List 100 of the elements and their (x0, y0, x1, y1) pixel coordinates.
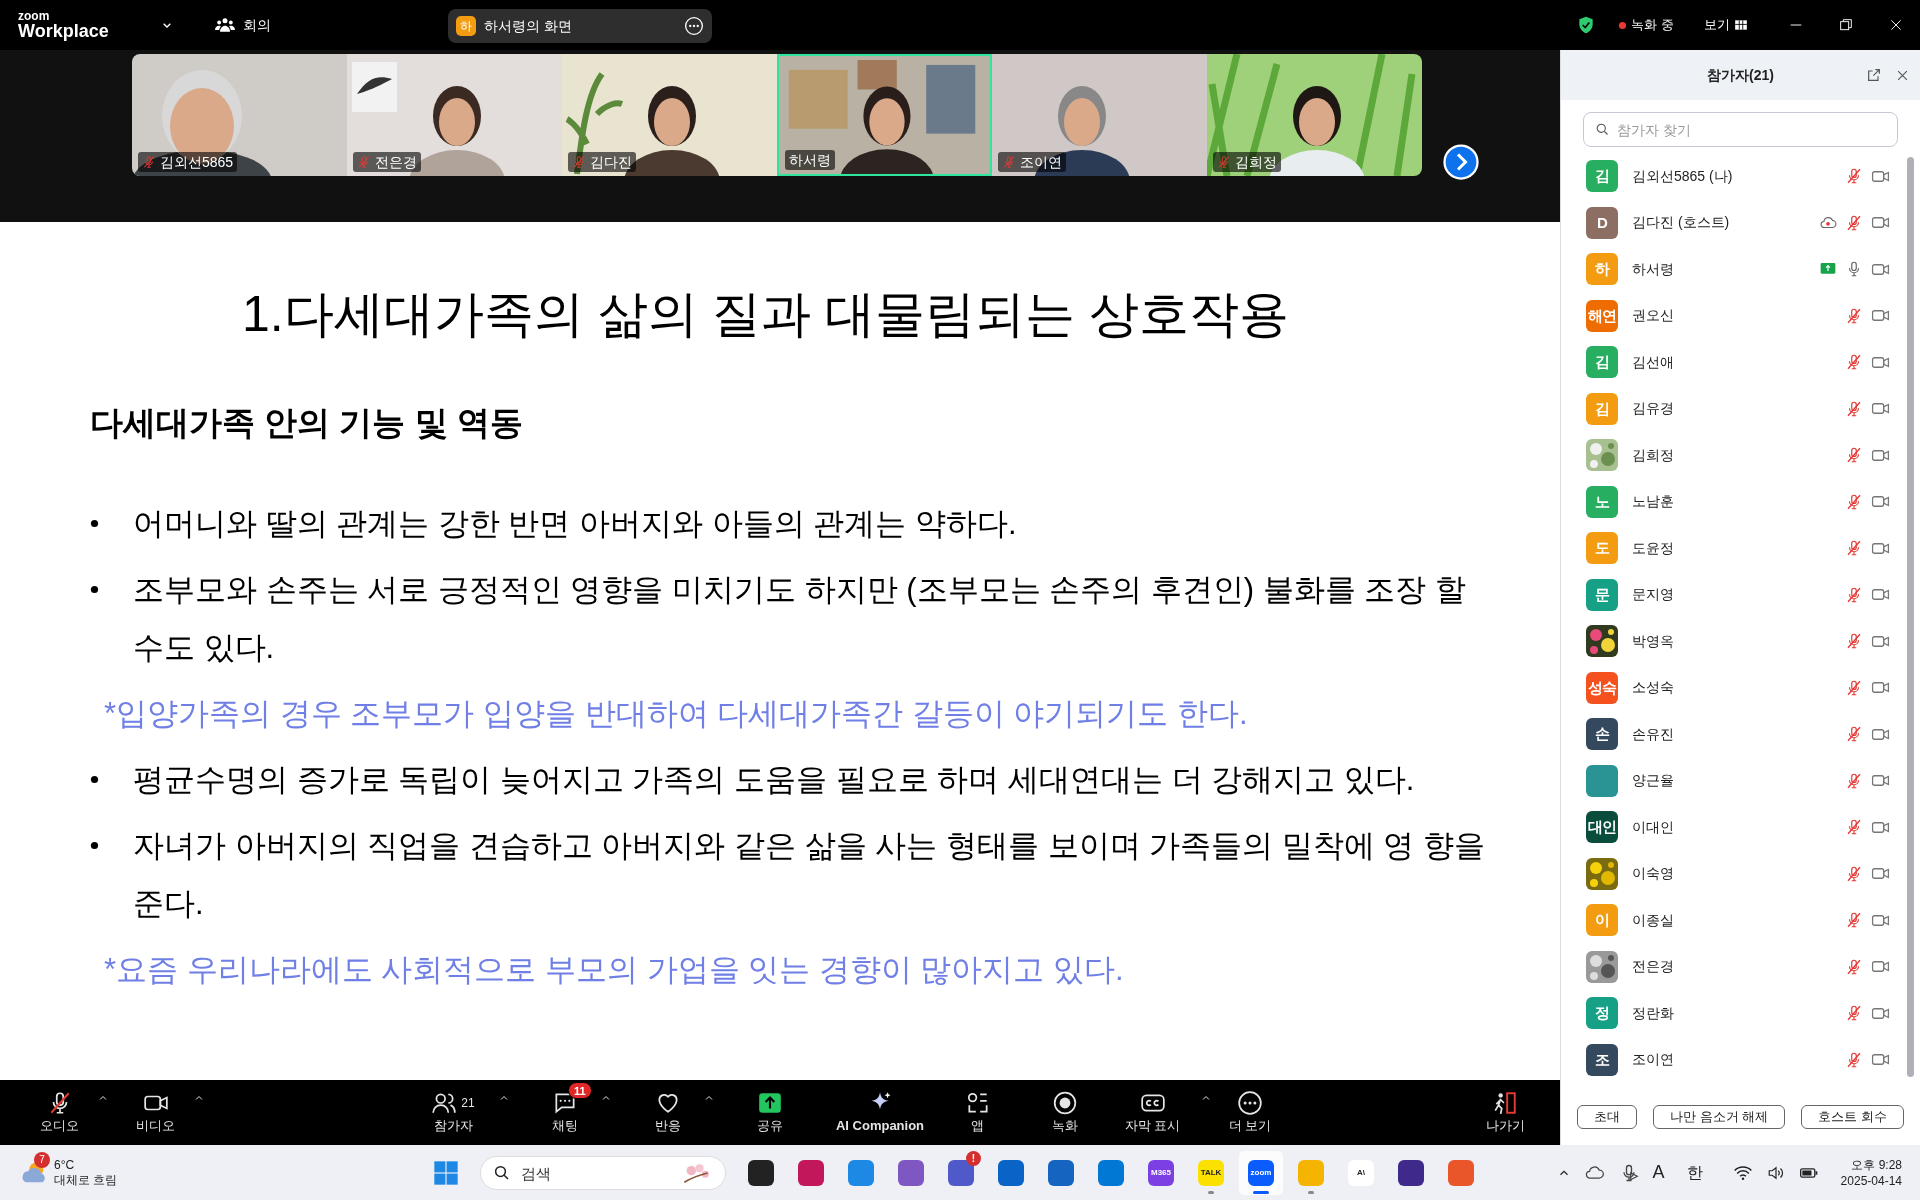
participant-row[interactable]: 김 김유경 (1561, 385, 1920, 432)
toolbar-button[interactable]: 앱 (950, 1088, 1005, 1134)
video-tile[interactable]: 하서령 (777, 54, 992, 176)
search-field[interactable]: 검색 (480, 1156, 726, 1190)
slide-title: 1.다세대가족의 삶의 질과 대물림되는 상호작용 (241, 285, 1291, 344)
panel-button[interactable]: 초대 (1577, 1105, 1637, 1129)
muted-mic-icon[interactable] (1845, 911, 1863, 930)
video-tile[interactable]: 김외선5865 (132, 54, 347, 176)
taskbar-app[interactable]: M365 (1139, 1151, 1183, 1195)
weather-label: 대체로 흐림 (54, 1172, 118, 1188)
toolbar-button[interactable]: 나가기 (1460, 1088, 1550, 1134)
taskbar-app[interactable]: ! (939, 1151, 983, 1195)
participant-row[interactable]: 김 김외선5865 (나) (1561, 153, 1920, 200)
grid-icon[interactable] (1734, 18, 1748, 32)
participant-row[interactable]: 김희정 (1561, 432, 1920, 479)
logo-text: Workplace (18, 22, 109, 40)
toolbar-button[interactable]: 오디오 (22, 1088, 97, 1134)
participant-row[interactable]: 성숙 소성숙 (1561, 664, 1920, 711)
app-icon: M365 (1148, 1160, 1174, 1186)
panel-button[interactable]: 호스트 회수 (1801, 1105, 1904, 1129)
muted-mic-icon[interactable] (1845, 446, 1863, 465)
video-tile[interactable]: 김다진 (562, 54, 777, 176)
avatar: 손 (1586, 718, 1618, 751)
taskbar-app[interactable]: A\ (1339, 1151, 1383, 1195)
participant-name: 정란화 (1632, 1003, 1675, 1023)
pop-out-icon[interactable] (1866, 67, 1882, 83)
participant-name: 김외선5865 (160, 152, 234, 172)
muted-mic-icon[interactable] (1845, 585, 1863, 604)
avatar: 김 (1586, 346, 1618, 379)
toolbar-button[interactable]: AI Companion (825, 1088, 935, 1134)
muted-mic-icon[interactable] (1845, 864, 1863, 883)
muted-mic-icon[interactable] (1845, 678, 1863, 697)
clock-date[interactable]: 2025-04-14 (1840, 1172, 1902, 1189)
toolbar-button[interactable]: 반응 (633, 1088, 703, 1134)
muted-mic-icon[interactable] (1845, 353, 1863, 372)
video-tile[interactable]: 조이연 (992, 54, 1207, 176)
toolbar-button[interactable]: 더 보기 (1210, 1088, 1290, 1134)
participant-row[interactable]: 이 이종실 (1561, 897, 1920, 944)
video-tile[interactable]: 전은경 (347, 54, 562, 176)
participant-row[interactable]: 대인 이대인 (1561, 804, 1920, 851)
clock-time[interactable]: 오후 9:28 (1851, 1156, 1902, 1173)
share-pill[interactable]: 하 하서령의 화면 (448, 9, 712, 43)
participant-row[interactable]: 도 도윤정 (1561, 525, 1920, 572)
participant-row[interactable]: 노 노남훈 (1561, 478, 1920, 525)
muted-mic-icon[interactable] (1845, 957, 1863, 976)
toolbar-button[interactable]: 비디오 (118, 1088, 193, 1134)
taskbar-app[interactable]: TALK (1189, 1151, 1233, 1195)
next-page-button[interactable] (1443, 144, 1479, 180)
muted-mic-icon[interactable] (1845, 539, 1863, 558)
note-text: *입양가족의 경우 조부모가 입양을 반대하여 다세대가족간 갈등이 야기되기도 한다. (103, 694, 1249, 733)
bullet-text: 평균수명의 증가로 독립이 늦어지고 가족의 도움을 필요로 하며 세대연대는 더 강해지고 있다. (133, 760, 1415, 799)
input-mode-label[interactable]: A (1652, 1159, 1665, 1186)
bullet-text: 자녀가 아버지의 직업을 견습하고 아버지와 같은 삶을 사는 형태를 보이며 가족들의 밀착에 영 향을 준다. (133, 826, 1486, 923)
participant-name: 박영옥 (1632, 631, 1675, 651)
participant-row[interactable]: 전은경 (1561, 943, 1920, 990)
participant-row[interactable]: 박영옥 (1561, 618, 1920, 665)
participant-row[interactable]: 김 김선애 (1561, 339, 1920, 386)
toolbar-button[interactable]: 녹화 (1030, 1088, 1100, 1134)
avatar: D (1586, 206, 1618, 239)
toolbar-button[interactable]: 자막 표시 (1105, 1088, 1200, 1134)
muted-mic-icon[interactable] (1845, 167, 1863, 186)
muted-mic-icon[interactable] (1845, 818, 1863, 837)
close-icon[interactable] (1888, 17, 1904, 33)
participant-row[interactable]: 정 정란화 (1561, 990, 1920, 1037)
muted-mic-icon[interactable] (1845, 632, 1863, 651)
meeting-label[interactable]: 회의 (242, 14, 271, 36)
participant-name: 김다진 (호스트) (1632, 213, 1731, 233)
muted-mic-icon[interactable] (1845, 306, 1863, 325)
scrollbar[interactable] (1907, 157, 1914, 1077)
notification-badge: 7 (34, 1151, 50, 1168)
participant-row[interactable]: 양근율 (1561, 757, 1920, 804)
muted-mic-icon[interactable] (1845, 1004, 1863, 1023)
participant-row[interactable]: 하 하서령 (1561, 246, 1920, 293)
participant-row[interactable]: 조 조이연 (1561, 1036, 1920, 1083)
muted-mic-icon[interactable] (1845, 771, 1863, 790)
search-field[interactable]: 참가자 찾기 (1583, 112, 1898, 147)
participant-row[interactable]: 손 손유진 (1561, 711, 1920, 758)
participant-row[interactable]: 해연 권오신 (1561, 292, 1920, 339)
muted-mic-icon[interactable] (1845, 399, 1863, 418)
muted-mic-icon[interactable] (1845, 1050, 1863, 1069)
muted-mic-icon[interactable] (1845, 213, 1863, 232)
start-icon[interactable] (432, 1159, 460, 1187)
notification-badge: ! (966, 1151, 981, 1166)
participant-row[interactable]: 문 문지영 (1561, 571, 1920, 618)
participant-name: 전은경 (375, 152, 417, 172)
more-icon[interactable] (684, 16, 704, 36)
view-label[interactable]: 보기 (1704, 15, 1730, 35)
toolbar-button[interactable]: 공유 (730, 1088, 810, 1134)
toolbar-button[interactable]: 21 참가자 (408, 1088, 498, 1134)
participant-row[interactable]: 이숙영 (1561, 850, 1920, 897)
muted-mic-icon[interactable] (1845, 492, 1863, 511)
participant-name: 김선애 (1632, 352, 1675, 372)
taskbar-app[interactable]: zoom (1239, 1151, 1283, 1195)
recording-label[interactable]: 녹화 중 (1631, 15, 1674, 35)
participant-row[interactable]: D 김다진 (호스트) (1561, 199, 1920, 246)
restore-icon[interactable] (1838, 17, 1854, 33)
language-label[interactable]: 한 (1686, 1160, 1703, 1185)
panel-button[interactable]: 나만 음소거 해제 (1653, 1105, 1786, 1129)
muted-mic-icon[interactable] (1845, 725, 1863, 744)
video-tile[interactable]: 김희정 (1207, 54, 1422, 176)
